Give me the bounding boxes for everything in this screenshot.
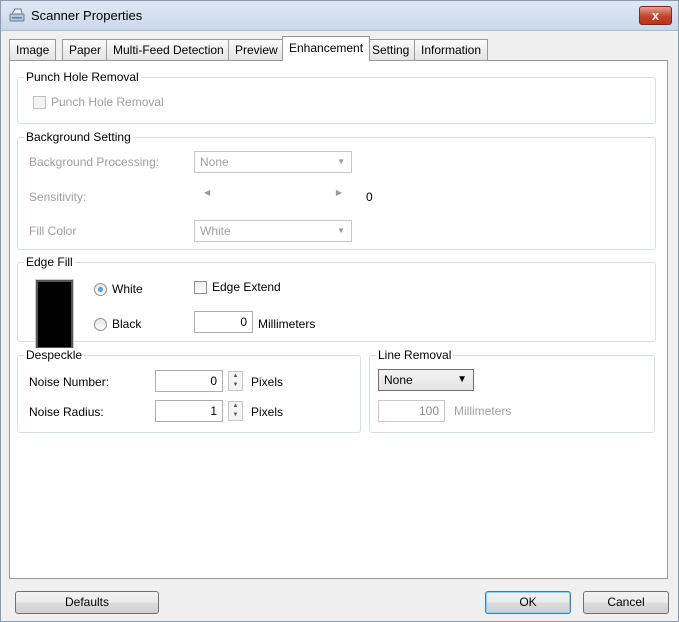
scanner-icon <box>9 8 25 22</box>
line-removal-millimeters-label: Millimeters <box>454 404 512 418</box>
line-removal-group-label: Line Removal <box>376 348 454 362</box>
cancel-button[interactable]: Cancel <box>583 591 669 614</box>
sensitivity-value: 0 <box>366 190 373 204</box>
tab-preview[interactable]: Preview <box>228 39 285 60</box>
white-radio-label: White <box>112 282 143 296</box>
sensitivity-slider[interactable]: ◀ ▶ <box>194 187 352 205</box>
noise-radius-units: Pixels <box>251 405 284 419</box>
noise-radius-label: Noise Radius: <box>29 405 104 419</box>
noise-radius-spinner[interactable]: ▲ ▼ <box>228 401 243 421</box>
edge-fill-millimeters-label: Millimeters <box>258 317 316 331</box>
line-removal-dropdown[interactable]: None ▼ <box>378 369 474 391</box>
scanner-properties-window: Scanner Properties x Image Paper Multi-F… <box>0 0 679 622</box>
tab-setting[interactable]: Setting <box>365 39 417 60</box>
black-radio[interactable] <box>94 318 107 331</box>
punch-hole-checkbox-label: Punch Hole Removal <box>51 95 164 109</box>
window-title: Scanner Properties <box>31 8 143 23</box>
edge-fill-group-label: Edge Fill <box>24 255 75 269</box>
background-processing-label: Background Processing: <box>29 155 160 169</box>
edge-fill-preview <box>35 279 74 350</box>
punch-hole-checkbox[interactable] <box>33 96 46 109</box>
title-bar[interactable]: Scanner Properties x <box>1 1 678 31</box>
fill-color-dropdown[interactable]: White ▼ <box>194 220 352 242</box>
line-removal-value: None <box>384 373 413 387</box>
punch-hole-removal-group: Punch Hole Removal Punch Hole Removal <box>17 70 656 124</box>
tab-enhancement[interactable]: Enhancement <box>282 36 371 61</box>
arrow-left-icon: ◀ <box>204 188 211 197</box>
background-processing-dropdown[interactable]: None ▼ <box>194 151 352 173</box>
noise-number-units: Pixels <box>251 375 284 389</box>
white-radio[interactable] <box>94 283 107 296</box>
noise-radius-input[interactable]: 1 <box>155 400 223 422</box>
fill-color-label: Fill Color <box>29 224 77 238</box>
black-radio-label: Black <box>112 317 142 331</box>
tab-paper[interactable]: Paper <box>62 39 109 60</box>
edge-fill-group: Edge Fill White Black Edge Extend 0 Mill… <box>17 255 656 350</box>
despeckle-group-label: Despeckle <box>24 348 85 362</box>
line-removal-group: Line Removal None ▼ 100 Millimeters <box>369 348 655 433</box>
edge-extend-label: Edge Extend <box>212 280 281 294</box>
defaults-button[interactable]: Defaults <box>15 591 159 614</box>
line-removal-millimeters-input[interactable]: 100 <box>378 400 445 422</box>
spin-down-icon: ▼ <box>232 412 239 418</box>
noise-number-label: Noise Number: <box>29 375 110 389</box>
despeckle-group: Despeckle Noise Number: 0 ▲ ▼ Pixels Noi… <box>17 348 361 433</box>
background-group-label: Background Setting <box>24 130 133 144</box>
tab-image[interactable]: Image <box>9 39 57 60</box>
fill-color-value: White <box>200 224 231 238</box>
arrow-right-icon: ▶ <box>335 188 342 197</box>
chevron-down-icon: ▼ <box>337 226 345 235</box>
enhancement-panel: Punch Hole Removal Punch Hole Removal Ba… <box>9 60 668 579</box>
punch-hole-group-label: Punch Hole Removal <box>24 70 141 84</box>
background-processing-value: None <box>200 155 229 169</box>
tab-information[interactable]: Information <box>414 39 489 60</box>
spin-down-icon: ▼ <box>232 382 239 388</box>
tab-multi-feed-detection[interactable]: Multi-Feed Detection <box>106 39 231 60</box>
noise-number-spinner[interactable]: ▲ ▼ <box>228 371 243 391</box>
close-button[interactable]: x <box>639 6 672 25</box>
sensitivity-label: Sensitivity: <box>29 190 87 204</box>
edge-extend-checkbox[interactable] <box>194 281 207 294</box>
background-setting-group: Background Setting Background Processing… <box>17 130 656 250</box>
spin-up-icon: ▲ <box>232 403 239 409</box>
close-icon: x <box>651 8 660 23</box>
spin-up-icon: ▲ <box>232 373 239 379</box>
ok-button[interactable]: OK <box>485 591 571 614</box>
chevron-down-icon: ▼ <box>337 157 345 166</box>
noise-number-input[interactable]: 0 <box>155 370 223 392</box>
chevron-down-icon: ▼ <box>457 374 467 385</box>
edge-fill-millimeters-input[interactable]: 0 <box>194 311 253 333</box>
